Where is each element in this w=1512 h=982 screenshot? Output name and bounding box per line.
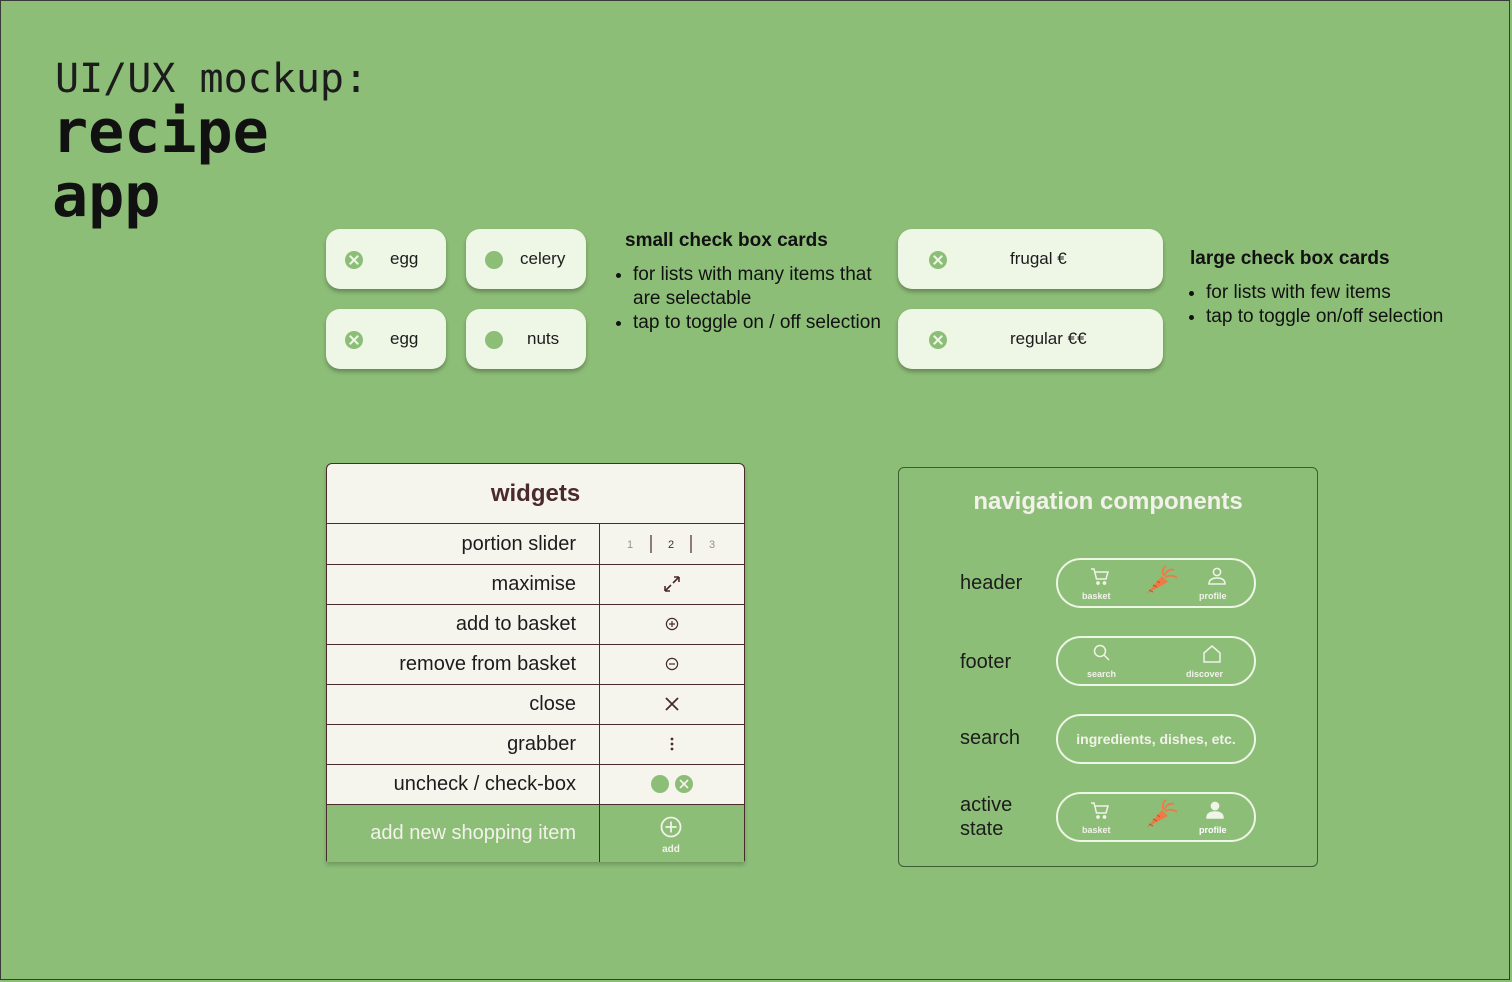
discover-label: discover (1186, 669, 1224, 679)
slider-tick-1: 1 (627, 539, 633, 551)
search-placeholder: ingredients, dishes, etc. (1076, 731, 1236, 747)
small-check-card-nuts[interactable]: nuts (466, 309, 586, 369)
carrot-logo-icon (1146, 799, 1178, 828)
small-check-card-celery[interactable]: celery (466, 229, 586, 289)
widget-row-checkbox: uncheck / check-box (327, 764, 744, 805)
card-label: nuts (527, 329, 560, 348)
profile-label-active: profile (1199, 825, 1227, 835)
title-line-1: UI/UX mockup: (55, 56, 369, 102)
note-bullet: for lists with few items (1206, 281, 1486, 305)
profile-label: profile (1199, 591, 1227, 601)
card-label: frugal € (1010, 249, 1067, 268)
widget-row-add-to-basket: add to basket (327, 604, 744, 645)
large-cards-notes: large check box cards for lists with few… (1186, 247, 1486, 329)
plus-circle-icon[interactable] (600, 604, 744, 644)
header-bar[interactable]: basket profile (1056, 558, 1256, 608)
add-button[interactable]: add (600, 805, 744, 862)
basket-icon (1091, 802, 1109, 819)
small-check-card-egg[interactable]: egg (326, 229, 446, 289)
add-button-label: add (662, 844, 680, 855)
widgets-table: widgets portion slider 1 2 3 maximise ad… (326, 463, 745, 862)
checked-x-icon (929, 331, 947, 349)
minus-circle-icon[interactable] (600, 644, 744, 684)
title-line-2: recipe (52, 97, 269, 167)
slider-tick-2: 2 (668, 539, 674, 551)
discover-home-icon (1203, 645, 1221, 663)
profile-icon (1208, 567, 1226, 585)
small-check-card-egg-2[interactable]: egg (326, 309, 446, 369)
search-icon (1093, 644, 1110, 661)
checked-x-icon (345, 251, 363, 269)
portion-slider[interactable]: 1 2 3 (600, 524, 744, 564)
checked-x-icon (345, 331, 363, 349)
large-cards-heading: large check box cards (1190, 248, 1390, 269)
widget-label: portion slider (461, 533, 576, 555)
nav-label-search: search (960, 727, 1021, 749)
add-item-label: add new shopping item (370, 822, 576, 844)
active-state-header-bar[interactable]: basket profile (1056, 792, 1256, 842)
note-bullet: tap to toggle on / off selection (633, 311, 883, 335)
maximise-icon[interactable] (600, 564, 744, 604)
unchecked-circle-icon (651, 775, 669, 793)
nav-label-active-state: active state (960, 793, 1012, 841)
widget-label: maximise (491, 573, 576, 595)
card-label: egg (390, 329, 419, 348)
small-cards-notes: small check box cards for lists with man… (613, 229, 883, 335)
widgets-title: widgets (327, 464, 744, 524)
large-check-card-regular[interactable]: regular €€ (898, 309, 1163, 369)
active-label-line-1: active (960, 794, 1013, 816)
checkbox-icons (600, 764, 744, 804)
title-app-name: recipe app (52, 100, 269, 228)
widget-row-remove-from-basket: remove from basket (327, 644, 744, 685)
unchecked-circle-icon (485, 331, 503, 349)
navigation-components-panel: navigation components header basket prof… (898, 467, 1318, 867)
plus-circle-icon (660, 816, 682, 838)
widget-label: add to basket (455, 613, 576, 635)
card-label: regular €€ (1010, 329, 1087, 348)
title-line-3: app (52, 161, 161, 231)
basket-label: basket (1082, 825, 1111, 835)
checked-x-icon (929, 251, 947, 269)
close-icon[interactable] (600, 684, 744, 724)
widget-row-portion-slider: portion slider 1 2 3 (327, 524, 744, 565)
large-check-card-frugal[interactable]: frugal € (898, 229, 1163, 289)
widget-label: remove from basket (399, 653, 576, 675)
footer-bar[interactable]: search discover (1056, 636, 1256, 686)
widget-label: grabber (507, 733, 576, 755)
navigation-title: navigation components (973, 488, 1243, 515)
widget-row-close: close (327, 684, 744, 725)
nav-label-footer: footer (960, 651, 1012, 673)
widget-row-grabber: grabber (327, 724, 744, 765)
card-label: celery (520, 249, 566, 268)
basket-icon (1091, 568, 1109, 585)
basket-label: basket (1082, 591, 1111, 601)
search-label: search (1087, 669, 1117, 679)
widget-row-maximise: maximise (327, 564, 744, 605)
note-bullet: for lists with many items that are selec… (633, 263, 883, 311)
profile-icon-active (1206, 801, 1224, 819)
card-label: egg (390, 249, 419, 268)
active-label-line-2: state (960, 818, 1004, 840)
add-shopping-item-row[interactable]: add new shopping item add (327, 804, 744, 862)
slider-tick-3: 3 (709, 539, 715, 551)
widget-label: close (529, 693, 576, 715)
small-cards-heading: small check box cards (625, 230, 828, 251)
unchecked-circle-icon (485, 251, 503, 269)
carrot-logo-icon (1146, 565, 1178, 594)
note-bullet: tap to toggle on/off selection (1206, 305, 1486, 329)
nav-label-header: header (960, 572, 1023, 594)
search-field[interactable]: ingredients, dishes, etc. (1056, 714, 1256, 764)
widget-label: uncheck / check-box (393, 773, 576, 795)
grabber-icon[interactable] (600, 724, 744, 764)
